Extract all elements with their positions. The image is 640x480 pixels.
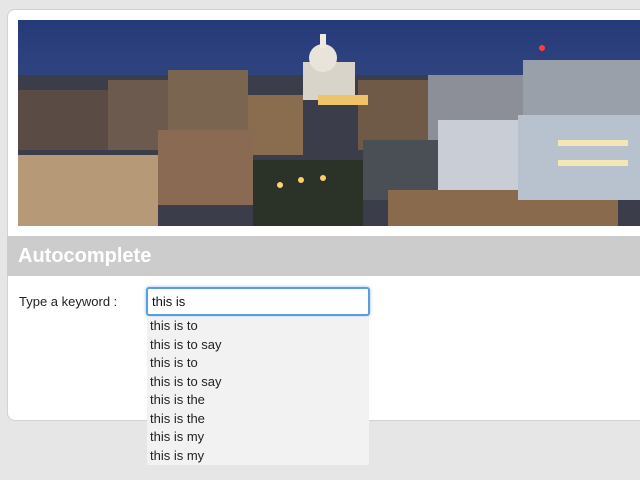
suggestion-item[interactable]: this is the <box>147 391 369 410</box>
suggestion-item[interactable]: this is to <box>147 354 369 373</box>
autocomplete-suggestions: this is to this is to say this is to thi… <box>147 317 369 465</box>
title-bar: Autocomplete <box>7 236 640 276</box>
city-skyline-banner <box>18 20 640 226</box>
suggestion-item[interactable]: this is to say <box>147 373 369 392</box>
suggestion-item[interactable]: this is to <box>147 317 369 336</box>
keyword-label: Type a keyword : <box>19 294 118 309</box>
keyword-input[interactable] <box>146 287 370 316</box>
suggestion-item[interactable]: this is my <box>147 447 369 466</box>
suggestion-item[interactable]: this is the <box>147 410 369 429</box>
suggestion-item[interactable]: this is to say <box>147 336 369 355</box>
page-title: Autocomplete <box>18 245 152 267</box>
suggestion-item[interactable]: this is my <box>147 428 369 447</box>
